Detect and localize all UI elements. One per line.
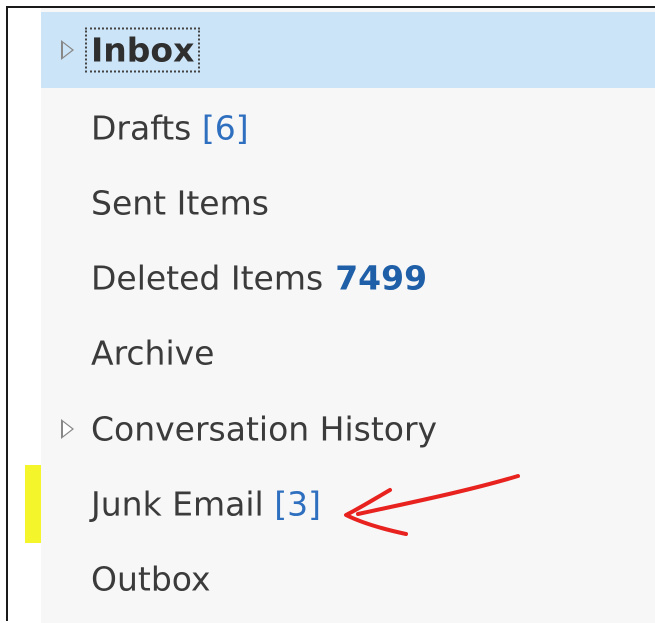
folder-drafts[interactable]: Drafts [6] <box>41 90 655 166</box>
folder-name: Outbox <box>91 559 211 599</box>
screenshot-frame: Inbox Drafts [6] Sent Items Deleted Item… <box>6 6 655 623</box>
folder-name: Drafts <box>91 108 192 148</box>
folder-name: Sent Items <box>91 183 269 223</box>
folder-name: Inbox <box>91 30 195 70</box>
folder-deleted-items[interactable]: Deleted Items 7499 <box>41 240 655 316</box>
expand-caret-icon[interactable] <box>61 419 74 439</box>
draft-count: [6] <box>201 108 249 148</box>
unread-count-badge: 7499 <box>335 258 428 298</box>
folder-inbox[interactable]: Inbox <box>41 12 655 88</box>
expand-caret-icon[interactable] <box>61 40 74 60</box>
red-arrow-annotation-icon <box>344 474 520 536</box>
folder-archive[interactable]: Archive <box>41 315 655 391</box>
folder-conversation-history[interactable]: Conversation History <box>41 391 655 467</box>
folder-name: Conversation History <box>91 409 438 449</box>
folder-name: Archive <box>91 333 215 373</box>
folder-name: Junk Email <box>91 484 264 524</box>
folder-name: Deleted Items <box>91 258 324 298</box>
junk-count: [3] <box>274 484 321 524</box>
folder-sent-items[interactable]: Sent Items <box>41 165 655 241</box>
folder-outbox[interactable]: Outbox <box>41 541 655 617</box>
